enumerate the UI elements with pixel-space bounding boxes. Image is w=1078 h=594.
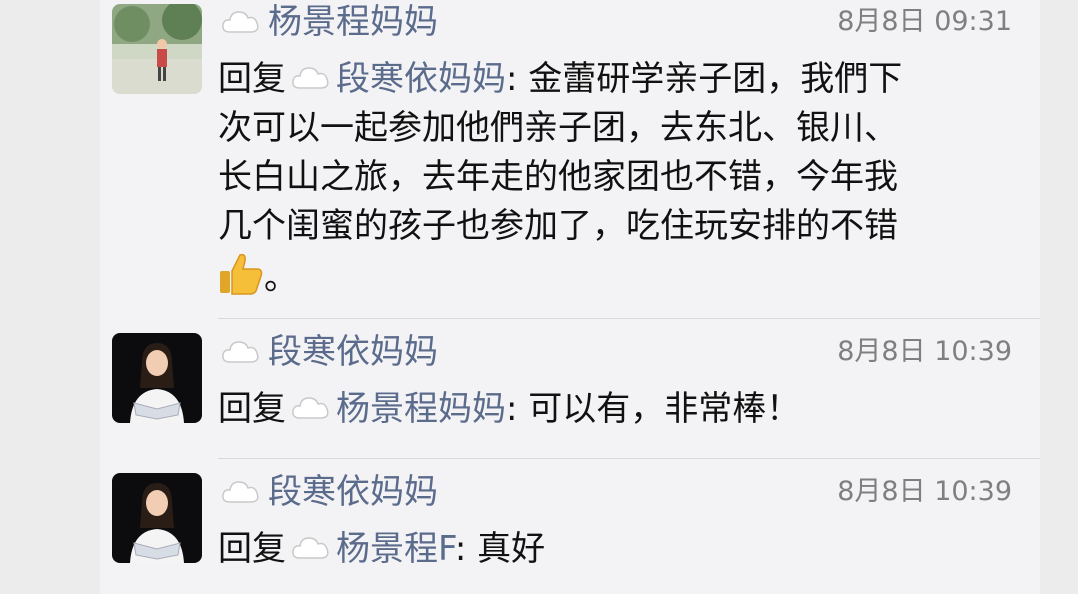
body-line: 回复 杨景程F: 真好 — [218, 525, 1018, 574]
comment-body: 回复 杨景程F: 真好 — [218, 525, 1018, 574]
avatar-photo — [112, 473, 202, 563]
author-name[interactable]: 段寒依妈妈 — [268, 332, 438, 372]
timestamp: 8月8日 10:39 — [837, 476, 1012, 507]
reply-prefix: 回复 — [218, 529, 286, 569]
body-text: : 可以有，非常棒！ — [506, 389, 801, 429]
divider — [218, 318, 1040, 319]
reply-prefix: 回复 — [218, 389, 286, 429]
reply-target-name[interactable]: 杨景程F — [336, 529, 455, 569]
avatar[interactable] — [112, 4, 202, 94]
cloud-icon — [292, 397, 329, 419]
comment-header: 杨景程妈妈 8月8日 09:31 — [220, 2, 1012, 42]
body-text: : 真好 — [454, 529, 546, 569]
comment-header: 段寒依妈妈 8月8日 10:39 — [220, 472, 1012, 512]
reply-target-name[interactable]: 杨景程妈妈 — [336, 389, 506, 429]
body-line: 长白山之旅，去年走的他家团也不错，今年我 — [218, 157, 898, 197]
cloud-icon — [292, 537, 329, 559]
body-line: 次可以一起参加他們亲子团，去东北、银川、 — [218, 108, 898, 148]
cloud-icon — [222, 481, 259, 503]
body-line: 。 — [218, 251, 1018, 303]
timestamp: 8月8日 09:31 — [837, 6, 1012, 37]
body-text: : 金蕾研学亲子团，我們下 — [506, 59, 903, 99]
avatar-photo — [112, 333, 202, 423]
author-name[interactable]: 段寒依妈妈 — [268, 472, 438, 512]
cloud-icon — [292, 67, 329, 89]
avatar[interactable] — [112, 333, 202, 423]
body-line: 回复 杨景程妈妈: 可以有，非常棒！ — [218, 385, 1018, 434]
reply-target-name[interactable]: 段寒依妈妈 — [336, 59, 506, 99]
body-line: 回复 段寒依妈妈: 金蕾研学亲子团，我們下 — [218, 55, 1018, 104]
avatar[interactable] — [112, 473, 202, 563]
comment-panel: 杨景程妈妈 8月8日 09:31 回复 段寒依妈妈: 金蕾研学亲子团，我們下 次可… — [100, 0, 1040, 594]
comment-body: 回复 杨景程妈妈: 可以有，非常棒！ — [218, 385, 1018, 434]
comment-header: 段寒依妈妈 8月8日 10:39 — [220, 332, 1012, 372]
thumbs-up-icon — [220, 253, 263, 295]
body-text: 。 — [264, 258, 298, 298]
reply-prefix: 回复 — [218, 59, 286, 99]
cloud-icon — [222, 341, 259, 363]
avatar-photo — [112, 4, 202, 94]
divider — [218, 458, 1040, 459]
body-line: 几个闺蜜的孩子也参加了，吃住玩安排的不错 — [218, 206, 898, 246]
comment-body: 回复 段寒依妈妈: 金蕾研学亲子团，我們下 次可以一起参加他們亲子团，去东北、银川… — [218, 55, 1018, 303]
timestamp: 8月8日 10:39 — [837, 336, 1012, 367]
author-name[interactable]: 杨景程妈妈 — [268, 2, 438, 42]
cloud-icon — [222, 11, 259, 33]
